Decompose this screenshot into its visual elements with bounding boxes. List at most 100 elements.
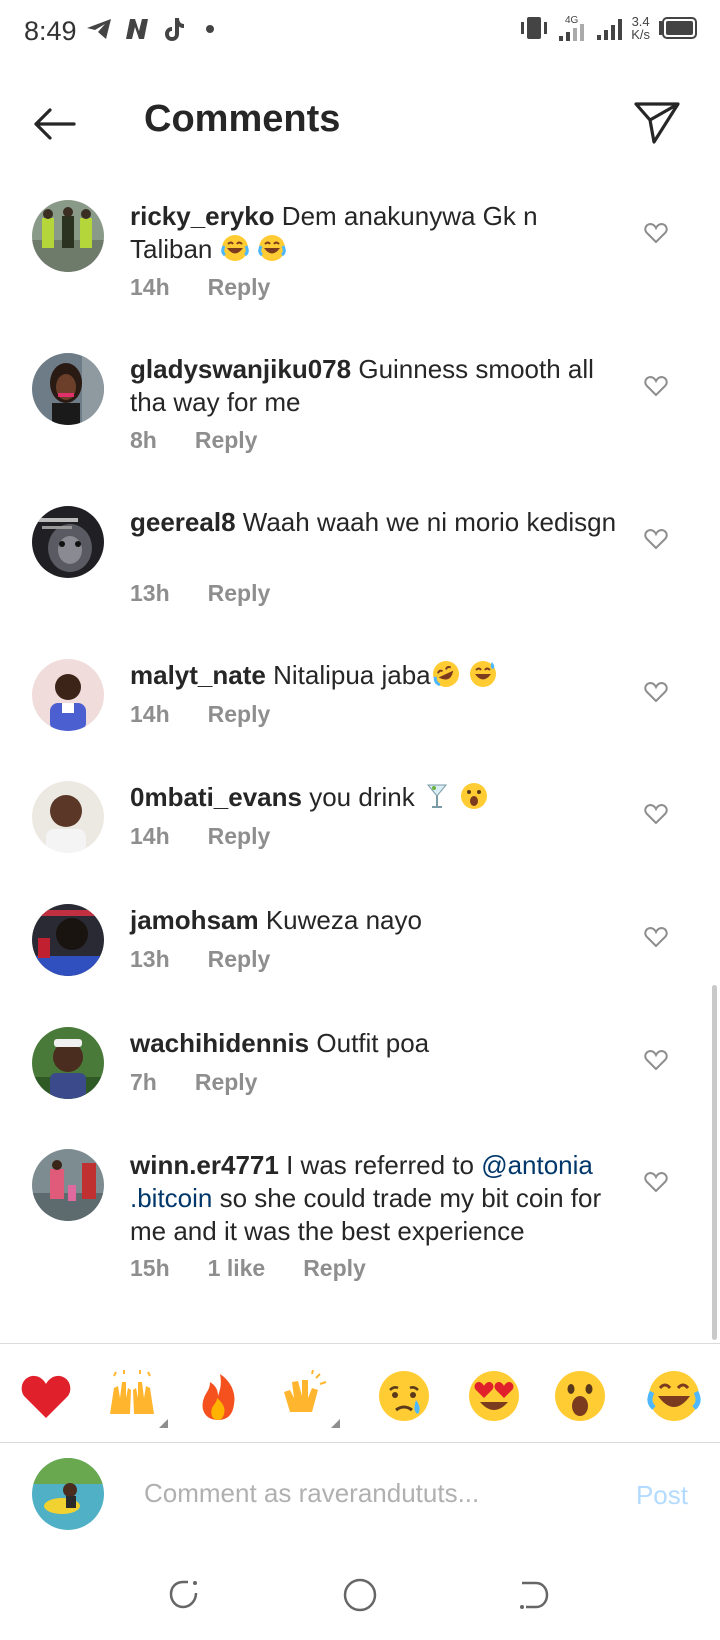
signal-4g-icon: 4G [559,15,585,41]
red-heart-emoji-button[interactable] [18,1368,74,1424]
fire-emoji-button[interactable] [190,1368,246,1424]
joy-emoji-icon [220,235,249,261]
joy-emoji-button[interactable] [646,1368,702,1424]
comments-list[interactable]: ricky_eryko Dem anakunywa Gk n Taliban 1… [0,176,720,1341]
current-user-avatar [32,1458,104,1530]
open-mouth-emoji-button[interactable] [552,1368,608,1424]
status-bar: 8:49 4G 3.4 K/s [0,0,720,66]
recent-apps-icon [169,1580,198,1609]
comment-body: Nitalipua jaba [273,660,431,690]
status-time: 8:49 [24,16,77,46]
comment-meta: 15h 1 like Reply [130,1255,366,1282]
comment-meta: 14h Reply [130,823,270,850]
arrow-left-icon [34,108,76,140]
home-circle-icon [343,1578,377,1612]
back-button[interactable] [28,98,80,150]
comments-header: Comments [0,66,720,176]
heart-icon[interactable] [644,528,668,550]
comment-text: geereal8 Waah waah we ni morio kedisgn [130,506,620,539]
comment-input[interactable] [144,1466,564,1520]
clapping-hands-emoji-button[interactable] [276,1368,340,1428]
comment-time: 7h [130,1069,157,1095]
comment-text: malyt_nate Nitalipua jaba [130,659,620,692]
reply-button[interactable]: Reply [208,823,271,850]
status-left-icons [86,16,214,42]
avatar[interactable] [32,1027,104,1099]
comment-meta: 8h Reply [130,427,257,454]
back-nav-icon [520,1581,549,1609]
likes-count[interactable]: 1 like [208,1255,266,1282]
comment-username[interactable]: malyt_nate [130,660,266,690]
avatar[interactable] [32,200,104,272]
joy-emoji-icon [258,235,286,261]
avatar[interactable] [32,904,104,976]
post-button[interactable]: Post [636,1480,688,1511]
n-app-icon [126,19,148,39]
comment-time: 13h [130,580,170,606]
rofl-emoji-icon [432,661,459,687]
crying-face-emoji-button[interactable] [376,1368,432,1424]
battery-icon [659,17,697,39]
comment-text: wachihidennis Outfit poa [130,1027,620,1060]
system-nav-bar [0,1549,720,1640]
variant-indicator [159,1419,168,1428]
heart-icon[interactable] [644,375,668,397]
reply-button[interactable]: Reply [208,701,271,728]
sweat-smile-emoji-icon [469,661,496,687]
raising-hands-emoji-button[interactable] [104,1368,168,1428]
recent-apps-button[interactable] [166,1577,202,1613]
reply-button[interactable]: Reply [208,274,271,301]
reply-button[interactable]: Reply [208,580,271,607]
comment-meta: 14h Reply [130,274,270,301]
paper-plane-icon [634,102,680,144]
clapping-hands-icon [284,1369,327,1412]
comment-username[interactable]: gladyswanjiku078 [130,354,351,384]
comment-time: 15h [130,1255,170,1281]
comment-username[interactable]: winn.er4771 [130,1150,279,1180]
back-nav-button[interactable] [516,1577,552,1613]
heart-eyes-emoji-button[interactable] [466,1368,522,1424]
avatar[interactable] [32,353,104,425]
vibrate-icon [521,17,548,39]
comment-username[interactable]: ricky_eryko [130,201,275,231]
comment-username[interactable]: jamohsam [130,905,259,935]
comment-username[interactable]: geereal8 [130,507,236,537]
page-title: Comments [144,98,341,140]
joy-icon [647,1371,701,1421]
open-mouth-icon [555,1371,605,1421]
avatar[interactable] [32,506,104,578]
comment-username[interactable]: 0mbati_evans [130,782,302,812]
heart-icon[interactable] [644,1171,668,1193]
heart-icon[interactable] [644,1049,668,1071]
network-speed: 3.4 K/s [631,15,650,41]
heart-icon[interactable] [644,926,668,948]
heart-icon[interactable] [644,681,668,703]
heart-icon[interactable] [644,803,668,825]
comment-text: gladyswanjiku078 Guinness smooth all tha… [130,353,620,419]
reply-button[interactable]: Reply [195,427,258,454]
home-button[interactable] [342,1577,378,1613]
avatar[interactable] [32,781,104,853]
cocktail-emoji-icon [426,784,448,808]
comment-username[interactable]: wachihidennis [130,1028,309,1058]
share-button[interactable] [630,96,682,148]
avatar[interactable] [32,1149,104,1221]
telegram-icon [87,19,111,39]
comment-body: Waah waah we ni morio kedisgn [242,507,617,537]
reply-button[interactable]: Reply [303,1255,366,1282]
tiktok-icon [165,18,184,41]
comment-meta: 13h Reply [130,580,270,607]
avatar[interactable] [32,659,104,731]
heart-icon[interactable] [644,222,668,244]
comment-text: jamohsam Kuweza nayo [130,904,620,937]
scrollbar[interactable] [712,985,717,1340]
variant-indicator [331,1419,340,1428]
comment-meta: 13h Reply [130,946,270,973]
notification-dot-icon [206,25,214,33]
comment-text: ricky_eryko Dem anakunywa Gk n Taliban [130,200,620,266]
comment-composer: Post [0,1444,720,1549]
reply-button[interactable]: Reply [195,1069,258,1096]
fire-icon [202,1374,235,1420]
comment-text: 0mbati_evans you drink [130,781,620,814]
reply-button[interactable]: Reply [208,946,271,973]
